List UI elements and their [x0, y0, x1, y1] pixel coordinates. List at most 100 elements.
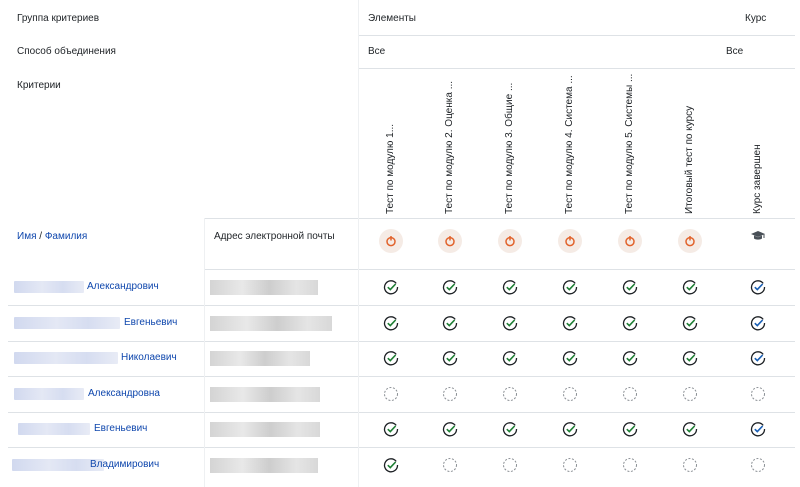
completed-check-icon — [562, 315, 578, 331]
completed-check-icon — [682, 350, 698, 366]
quiz-icon — [438, 229, 462, 253]
redacted-email — [210, 458, 318, 473]
not-completed-icon — [750, 457, 766, 473]
quiz-icon — [379, 229, 403, 253]
criteria-title[interactable]: Тест по модулю 5. Системы ... — [624, 74, 635, 214]
completed-check-icon — [502, 421, 518, 437]
not-completed-icon — [682, 457, 698, 473]
not-completed-icon — [442, 457, 458, 473]
participant-name-link[interactable]: Николаевич — [121, 352, 177, 363]
divider — [8, 447, 795, 448]
completed-check-icon — [502, 279, 518, 295]
email-column-header: Адрес электронной почты — [214, 231, 335, 242]
criteria-title: Курс завершен — [752, 144, 763, 214]
sort-by-first-name-link[interactable]: Имя — [17, 231, 36, 242]
completed-check-icon — [750, 315, 766, 331]
redacted-email — [210, 351, 310, 366]
course-aggregation-value: Все — [726, 46, 744, 57]
criteria-title[interactable]: Итоговый тест по курсу — [684, 74, 695, 214]
participant-name-link[interactable]: Александровна — [88, 388, 160, 399]
criteria-group-label: Группа критериев — [17, 13, 100, 24]
redacted-first-name — [14, 317, 120, 329]
completed-check-icon — [383, 421, 399, 437]
redacted-email — [210, 387, 320, 402]
aggregation-method-label: Способ объединения — [17, 46, 116, 57]
criteria-column-3: Тест по модулю 3. Общие ... — [481, 70, 540, 218]
completed-check-icon — [682, 279, 698, 295]
not-completed-icon — [622, 386, 638, 402]
divider — [8, 341, 795, 342]
quiz-icon — [498, 229, 522, 253]
not-completed-icon — [682, 386, 698, 402]
completed-check-icon — [622, 350, 638, 366]
not-completed-icon — [562, 457, 578, 473]
redacted-first-name — [14, 352, 118, 364]
criteria-title[interactable]: Тест по модулю 1... — [385, 74, 396, 214]
criteria-title[interactable]: Тест по модулю 3. Общие ... — [504, 74, 515, 214]
completed-check-icon — [682, 315, 698, 331]
completed-check-icon — [622, 279, 638, 295]
redacted-email — [210, 422, 320, 437]
completed-check-icon — [442, 315, 458, 331]
quiz-icon — [618, 229, 642, 253]
not-completed-icon — [442, 386, 458, 402]
divider — [204, 218, 205, 487]
completed-check-icon — [622, 315, 638, 331]
participant-name-link[interactable]: Владимирович — [90, 459, 159, 470]
name-column-header: Имя / Фамилия — [17, 231, 88, 242]
divider — [8, 305, 795, 306]
not-completed-icon — [502, 457, 518, 473]
quiz-icon — [558, 229, 582, 253]
criteria-column-5: Тест по модулю 5. Системы ... — [601, 70, 660, 218]
divider — [204, 218, 795, 219]
not-completed-icon — [383, 386, 399, 402]
completed-check-icon — [562, 350, 578, 366]
completed-check-icon — [383, 457, 399, 473]
course-group-label: Курс — [745, 13, 767, 24]
completed-check-icon — [383, 315, 399, 331]
redacted-email — [210, 280, 318, 295]
completed-check-icon — [750, 421, 766, 437]
redacted-first-name — [18, 423, 90, 435]
participant-name-link[interactable]: Евгеньевич — [124, 317, 177, 328]
completed-check-icon — [442, 279, 458, 295]
completed-check-icon — [502, 350, 518, 366]
criteria-title[interactable]: Тест по модулю 4. Система ... — [564, 74, 575, 214]
redacted-first-name — [14, 281, 84, 293]
completed-check-icon — [383, 279, 399, 295]
completed-check-icon — [750, 279, 766, 295]
completed-check-icon — [562, 279, 578, 295]
divider — [8, 376, 795, 377]
completed-check-icon — [622, 421, 638, 437]
not-completed-icon — [502, 386, 518, 402]
elements-group-label: Элементы — [368, 13, 416, 24]
completed-check-icon — [562, 421, 578, 437]
criteria-column-7: Курс завершен — [729, 70, 788, 218]
criteria-column-4: Тест по модулю 4. Система ... — [541, 70, 600, 218]
criteria-title[interactable]: Тест по модулю 2. Оценка ... — [444, 74, 455, 214]
elements-aggregation-value: Все — [368, 46, 386, 57]
completed-check-icon — [682, 421, 698, 437]
criteria-column-1: Тест по модулю 1... — [362, 70, 421, 218]
divider — [358, 68, 795, 69]
completed-check-icon — [750, 350, 766, 366]
quiz-icon — [678, 229, 702, 253]
divider — [358, 0, 359, 487]
graduation-cap-icon — [750, 229, 766, 246]
criteria-column-6: Итоговый тест по курсу — [661, 70, 720, 218]
divider — [204, 269, 795, 270]
not-completed-icon — [562, 386, 578, 402]
not-completed-icon — [750, 386, 766, 402]
criteria-column-2: Тест по модулю 2. Оценка ... — [421, 70, 480, 218]
redacted-email — [210, 316, 332, 331]
sort-by-last-name-link[interactable]: Фамилия — [45, 231, 87, 242]
participant-name-link[interactable]: Евгеньевич — [94, 423, 147, 434]
completed-check-icon — [442, 350, 458, 366]
divider — [358, 35, 795, 36]
participant-name-link[interactable]: Александрович — [87, 281, 159, 292]
criteria-label: Критерии — [17, 80, 61, 91]
completed-check-icon — [502, 315, 518, 331]
redacted-first-name — [14, 388, 84, 400]
completed-check-icon — [383, 350, 399, 366]
completed-check-icon — [442, 421, 458, 437]
